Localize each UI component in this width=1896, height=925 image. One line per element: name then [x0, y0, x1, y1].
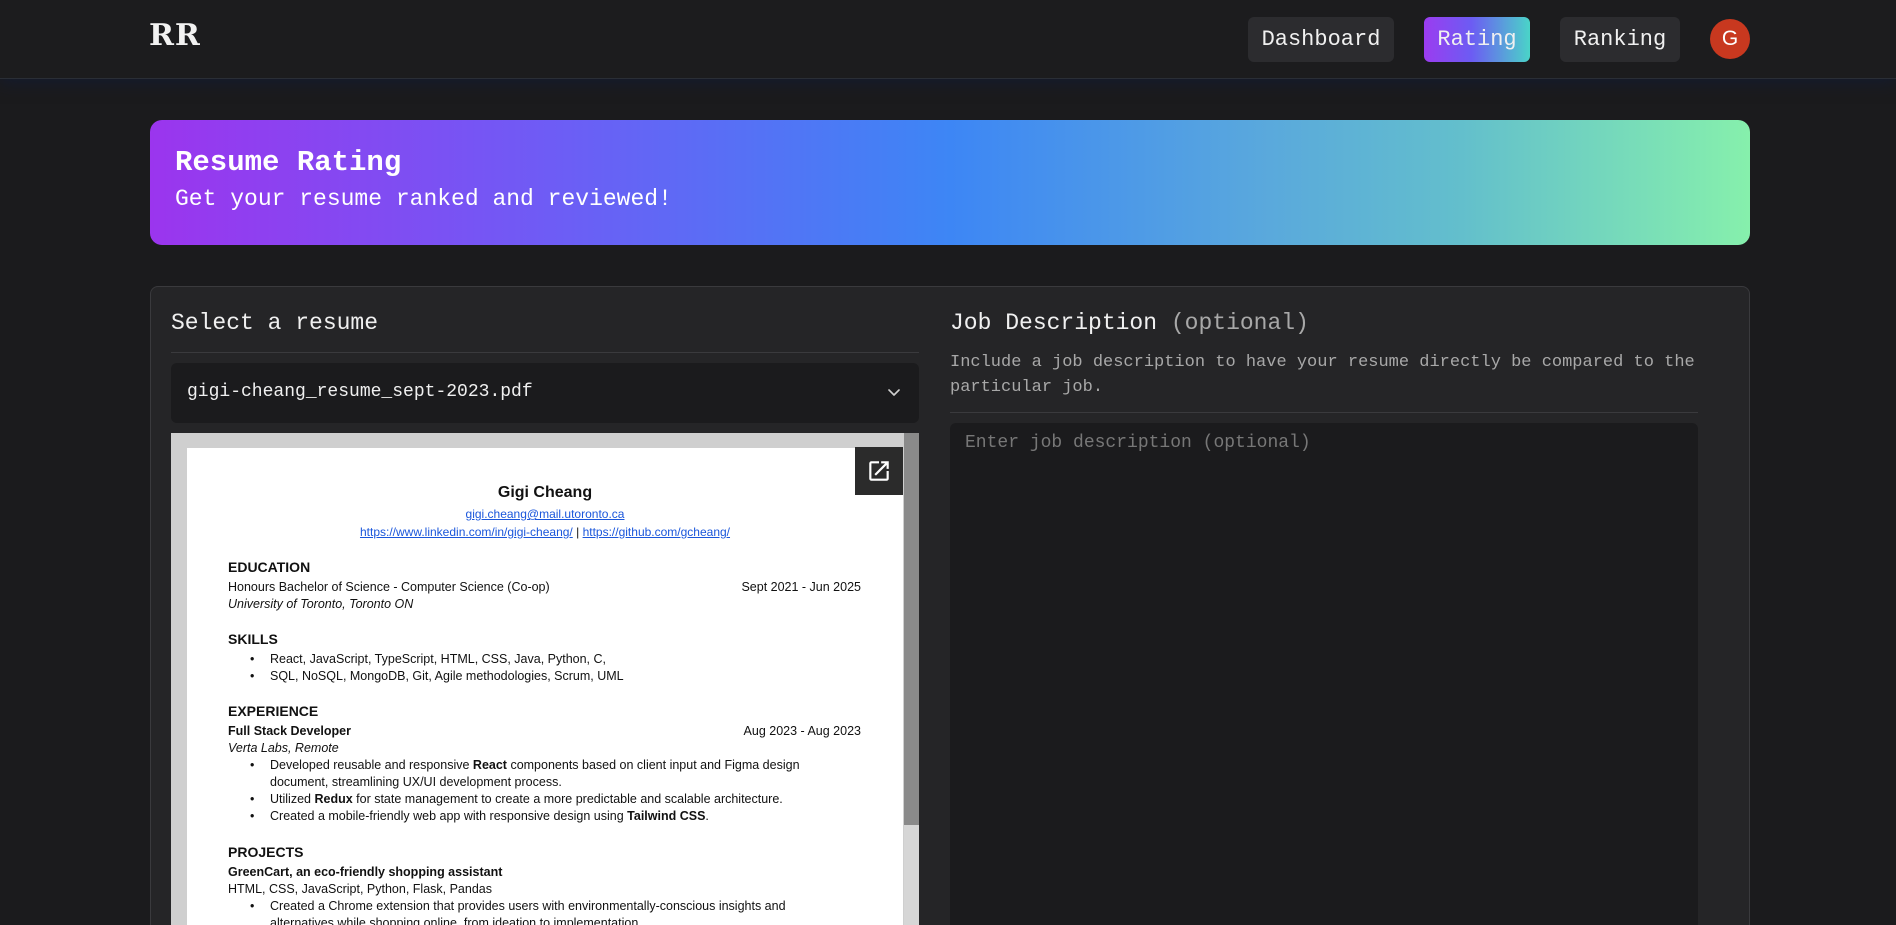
education-heading: EDUCATION: [228, 559, 311, 575]
experience-heading: EXPERIENCE: [228, 703, 319, 719]
github-link[interactable]: https://github.com/gcheang/: [583, 525, 730, 539]
resume-select-dropdown[interactable]: gigi-cheang_resume_sept-2023.pdf: [171, 363, 919, 423]
job-bullet-2: Utilized Redux for state management to c…: [250, 792, 783, 806]
resume-email-link[interactable]: gigi.cheang@mail.utoronto.ca: [187, 507, 903, 521]
projects-heading: PROJECTS: [228, 844, 304, 860]
project-stack: HTML, CSS, JavaScript, Python, Flask, Pa…: [228, 882, 492, 896]
job-panel-title: Job Description (optional): [950, 310, 1309, 336]
job-description-input[interactable]: [950, 423, 1698, 925]
pdf-page: Gigi Cheang gigi.cheang@mail.utoronto.ca…: [187, 448, 903, 925]
job-bullet-1: Developed reusable and responsive React …: [250, 758, 800, 772]
user-avatar[interactable]: G: [1710, 19, 1750, 59]
divider: [950, 412, 1698, 413]
page-subtitle: Get your resume ranked and reviewed!: [175, 186, 672, 212]
school: University of Toronto, Toronto ON: [228, 597, 414, 611]
project-title: GreenCart, an eco-friendly shopping assi…: [228, 865, 503, 879]
skills-line-2: SQL, NoSQL, MongoDB, Git, Agile methodol…: [250, 669, 624, 683]
degree: Honours Bachelor of Science - Computer S…: [228, 580, 550, 594]
job-dates: Aug 2023 - Aug 2023: [743, 724, 861, 738]
page-banner: Resume Rating Get your resume ranked and…: [150, 120, 1750, 245]
nav-rating-button[interactable]: Rating: [1424, 17, 1530, 62]
job-bullet-1-cont: document, streamlining UX/UI development…: [270, 775, 562, 789]
nav-ranking-button[interactable]: Ranking: [1560, 17, 1680, 62]
resume-pdf-preview[interactable]: Gigi Cheang gigi.cheang@mail.utoronto.ca…: [171, 433, 919, 925]
open-external-button[interactable]: [855, 447, 903, 495]
chevron-down-icon: [888, 389, 900, 396]
app-logo[interactable]: RR: [149, 18, 201, 53]
nav-dashboard-button[interactable]: Dashboard: [1248, 17, 1394, 62]
job-panel-title-text: Job Description: [950, 310, 1158, 336]
company: Verta Labs, Remote: [228, 741, 339, 755]
page-title: Resume Rating: [175, 146, 402, 179]
job-bullet-3: Created a mobile-friendly web app with r…: [250, 809, 709, 823]
degree-dates: Sept 2021 - Jun 2025: [741, 580, 861, 594]
job-title: Full Stack Developer: [228, 724, 351, 738]
job-panel-description: Include a job description to have your r…: [950, 353, 1695, 397]
open-external-icon: [869, 461, 889, 481]
link-separator: |: [576, 525, 580, 539]
preview-scrollbar-thumb[interactable]: [904, 433, 919, 825]
top-nav-bar: RR Dashboard Rating Ranking G: [0, 0, 1896, 79]
resume-name: Gigi Cheang: [497, 484, 593, 501]
skills-line-1: React, JavaScript, TypeScript, HTML, CSS…: [250, 652, 606, 666]
selected-resume-value: gigi-cheang_resume_sept-2023.pdf: [187, 382, 533, 402]
resume-profile-links: https://www.linkedin.com/in/gigi-cheang/…: [187, 525, 903, 539]
optional-label: (optional): [1170, 310, 1309, 336]
project-bullet-1-cont: alternatives while shopping online, from…: [270, 916, 642, 925]
linkedin-link[interactable]: https://www.linkedin.com/in/gigi-cheang/: [360, 525, 573, 539]
divider: [171, 352, 919, 353]
project-bullet-1: Created a Chrome extension that provides…: [250, 899, 786, 913]
skills-heading: SKILLS: [228, 631, 278, 647]
resume-panel-title: Select a resume: [171, 310, 379, 336]
